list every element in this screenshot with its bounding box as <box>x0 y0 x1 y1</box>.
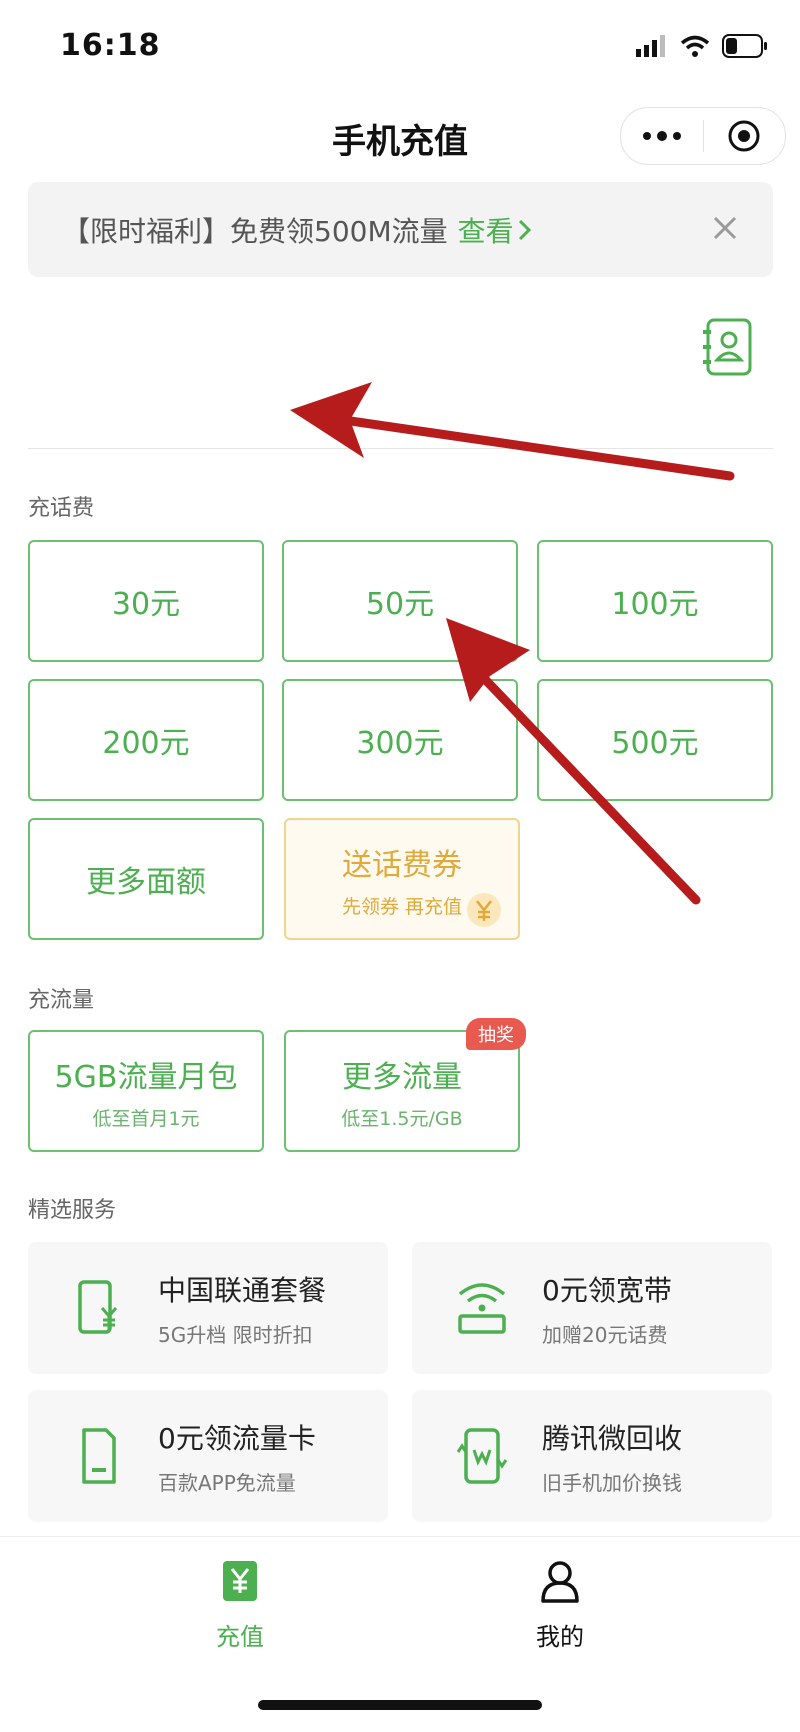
more-dots-icon <box>642 131 681 141</box>
coupon-yuan-icon <box>467 893 501 927</box>
banner-text: 【限时福利】免费领500M流量 <box>62 214 448 248</box>
wifi-router-icon <box>458 1283 506 1334</box>
service-title: 0元领宽带 <box>542 1273 672 1307</box>
coupon-subtitle: 先领券 再充值 <box>341 895 463 918</box>
banner-view-link[interactable]: 查看 <box>458 210 532 250</box>
mini-program-capsule <box>620 107 786 165</box>
coupon-card[interactable]: 送话费券 先领券 再充值 <box>284 818 520 940</box>
service-title: 0元领流量卡 <box>158 1421 316 1455</box>
data-option-sub: 低至1.5元/GB <box>341 1107 463 1130</box>
service-title: 中国联通套餐 <box>158 1273 327 1307</box>
data-option-more[interactable]: 更多流量 低至1.5元/GB 抽奖 <box>284 1018 526 1152</box>
close-miniprogram-button[interactable] <box>704 108 786 164</box>
phone-yuan-icon <box>78 1280 118 1334</box>
recycle-phone-icon <box>456 1428 508 1484</box>
option-label: 200元 <box>102 726 190 761</box>
tab-mine[interactable]: 我的 <box>490 1559 630 1652</box>
service-data-card[interactable]: 0元领流量卡 百款APP免流量 <box>28 1390 388 1522</box>
wifi-icon <box>680 35 710 57</box>
section-data-title: 充流量 <box>28 988 95 1013</box>
tab-label: 充值 <box>216 1623 264 1651</box>
service-subtitle: 加赠20元话费 <box>542 1322 668 1347</box>
service-unicom-plan[interactable]: 中国联通套餐 5G升档 限时折扣 <box>28 1242 388 1374</box>
home-indicator <box>258 1700 542 1710</box>
more-button[interactable] <box>621 108 703 164</box>
option-label: 500元 <box>611 726 699 761</box>
target-icon <box>728 120 760 152</box>
data-option-sub: 低至首月1元 <box>92 1107 200 1130</box>
option-label: 30元 <box>111 587 181 622</box>
coupon-title: 送话费券 <box>342 847 462 883</box>
topup-option-500[interactable]: 500元 <box>537 679 773 801</box>
phone-number-input[interactable] <box>28 300 628 430</box>
option-label: 更多面额 <box>86 865 206 900</box>
person-icon <box>541 1561 579 1603</box>
topup-option-50[interactable]: 50元 <box>282 540 518 662</box>
service-title: 腾讯微回收 <box>542 1421 683 1455</box>
data-option-title: 更多流量 <box>342 1059 462 1095</box>
close-icon[interactable] <box>707 210 743 246</box>
status-icons <box>636 34 768 58</box>
data-option-title: 5GB流量月包 <box>54 1059 238 1095</box>
option-label: 300元 <box>356 726 444 761</box>
service-subtitle: 5G升档 限时折扣 <box>158 1322 313 1347</box>
option-label: 50元 <box>365 587 435 622</box>
topup-option-300[interactable]: 300元 <box>282 679 518 801</box>
topup-more-amounts[interactable]: 更多面额 <box>28 818 264 940</box>
tab-label: 我的 <box>536 1623 584 1651</box>
chevron-right-icon <box>518 219 531 240</box>
topup-option-100[interactable]: 100元 <box>537 540 773 662</box>
signal-icon <box>636 35 665 57</box>
battery-icon <box>722 34 767 58</box>
contacts-book-icon[interactable] <box>702 318 752 376</box>
promo-banner[interactable]: 【限时福利】免费领500M流量 查看 <box>28 182 773 277</box>
data-option-5gb[interactable]: 5GB流量月包 低至首月1元 <box>28 1030 264 1152</box>
yuan-tab-icon <box>223 1561 257 1601</box>
topup-option-30[interactable]: 30元 <box>28 540 264 662</box>
service-free-broadband[interactable]: 0元领宽带 加赠20元话费 <box>412 1242 772 1374</box>
option-label: 100元 <box>611 587 699 622</box>
section-topup-title: 充话费 <box>28 496 95 521</box>
service-subtitle: 百款APP免流量 <box>158 1470 296 1495</box>
banner-link-label: 查看 <box>457 214 514 248</box>
topup-option-200[interactable]: 200元 <box>28 679 264 801</box>
input-divider <box>28 448 773 449</box>
sim-card-icon <box>82 1428 116 1484</box>
service-tencent-recycle[interactable]: 腾讯微回收 旧手机加价换钱 <box>412 1390 772 1522</box>
tab-topup[interactable]: 充值 <box>170 1559 310 1652</box>
status-time: 16:18 <box>60 28 161 63</box>
service-subtitle: 旧手机加价换钱 <box>542 1470 682 1495</box>
lottery-badge: 抽奖 <box>466 1018 526 1050</box>
section-services-title: 精选服务 <box>28 1198 117 1223</box>
